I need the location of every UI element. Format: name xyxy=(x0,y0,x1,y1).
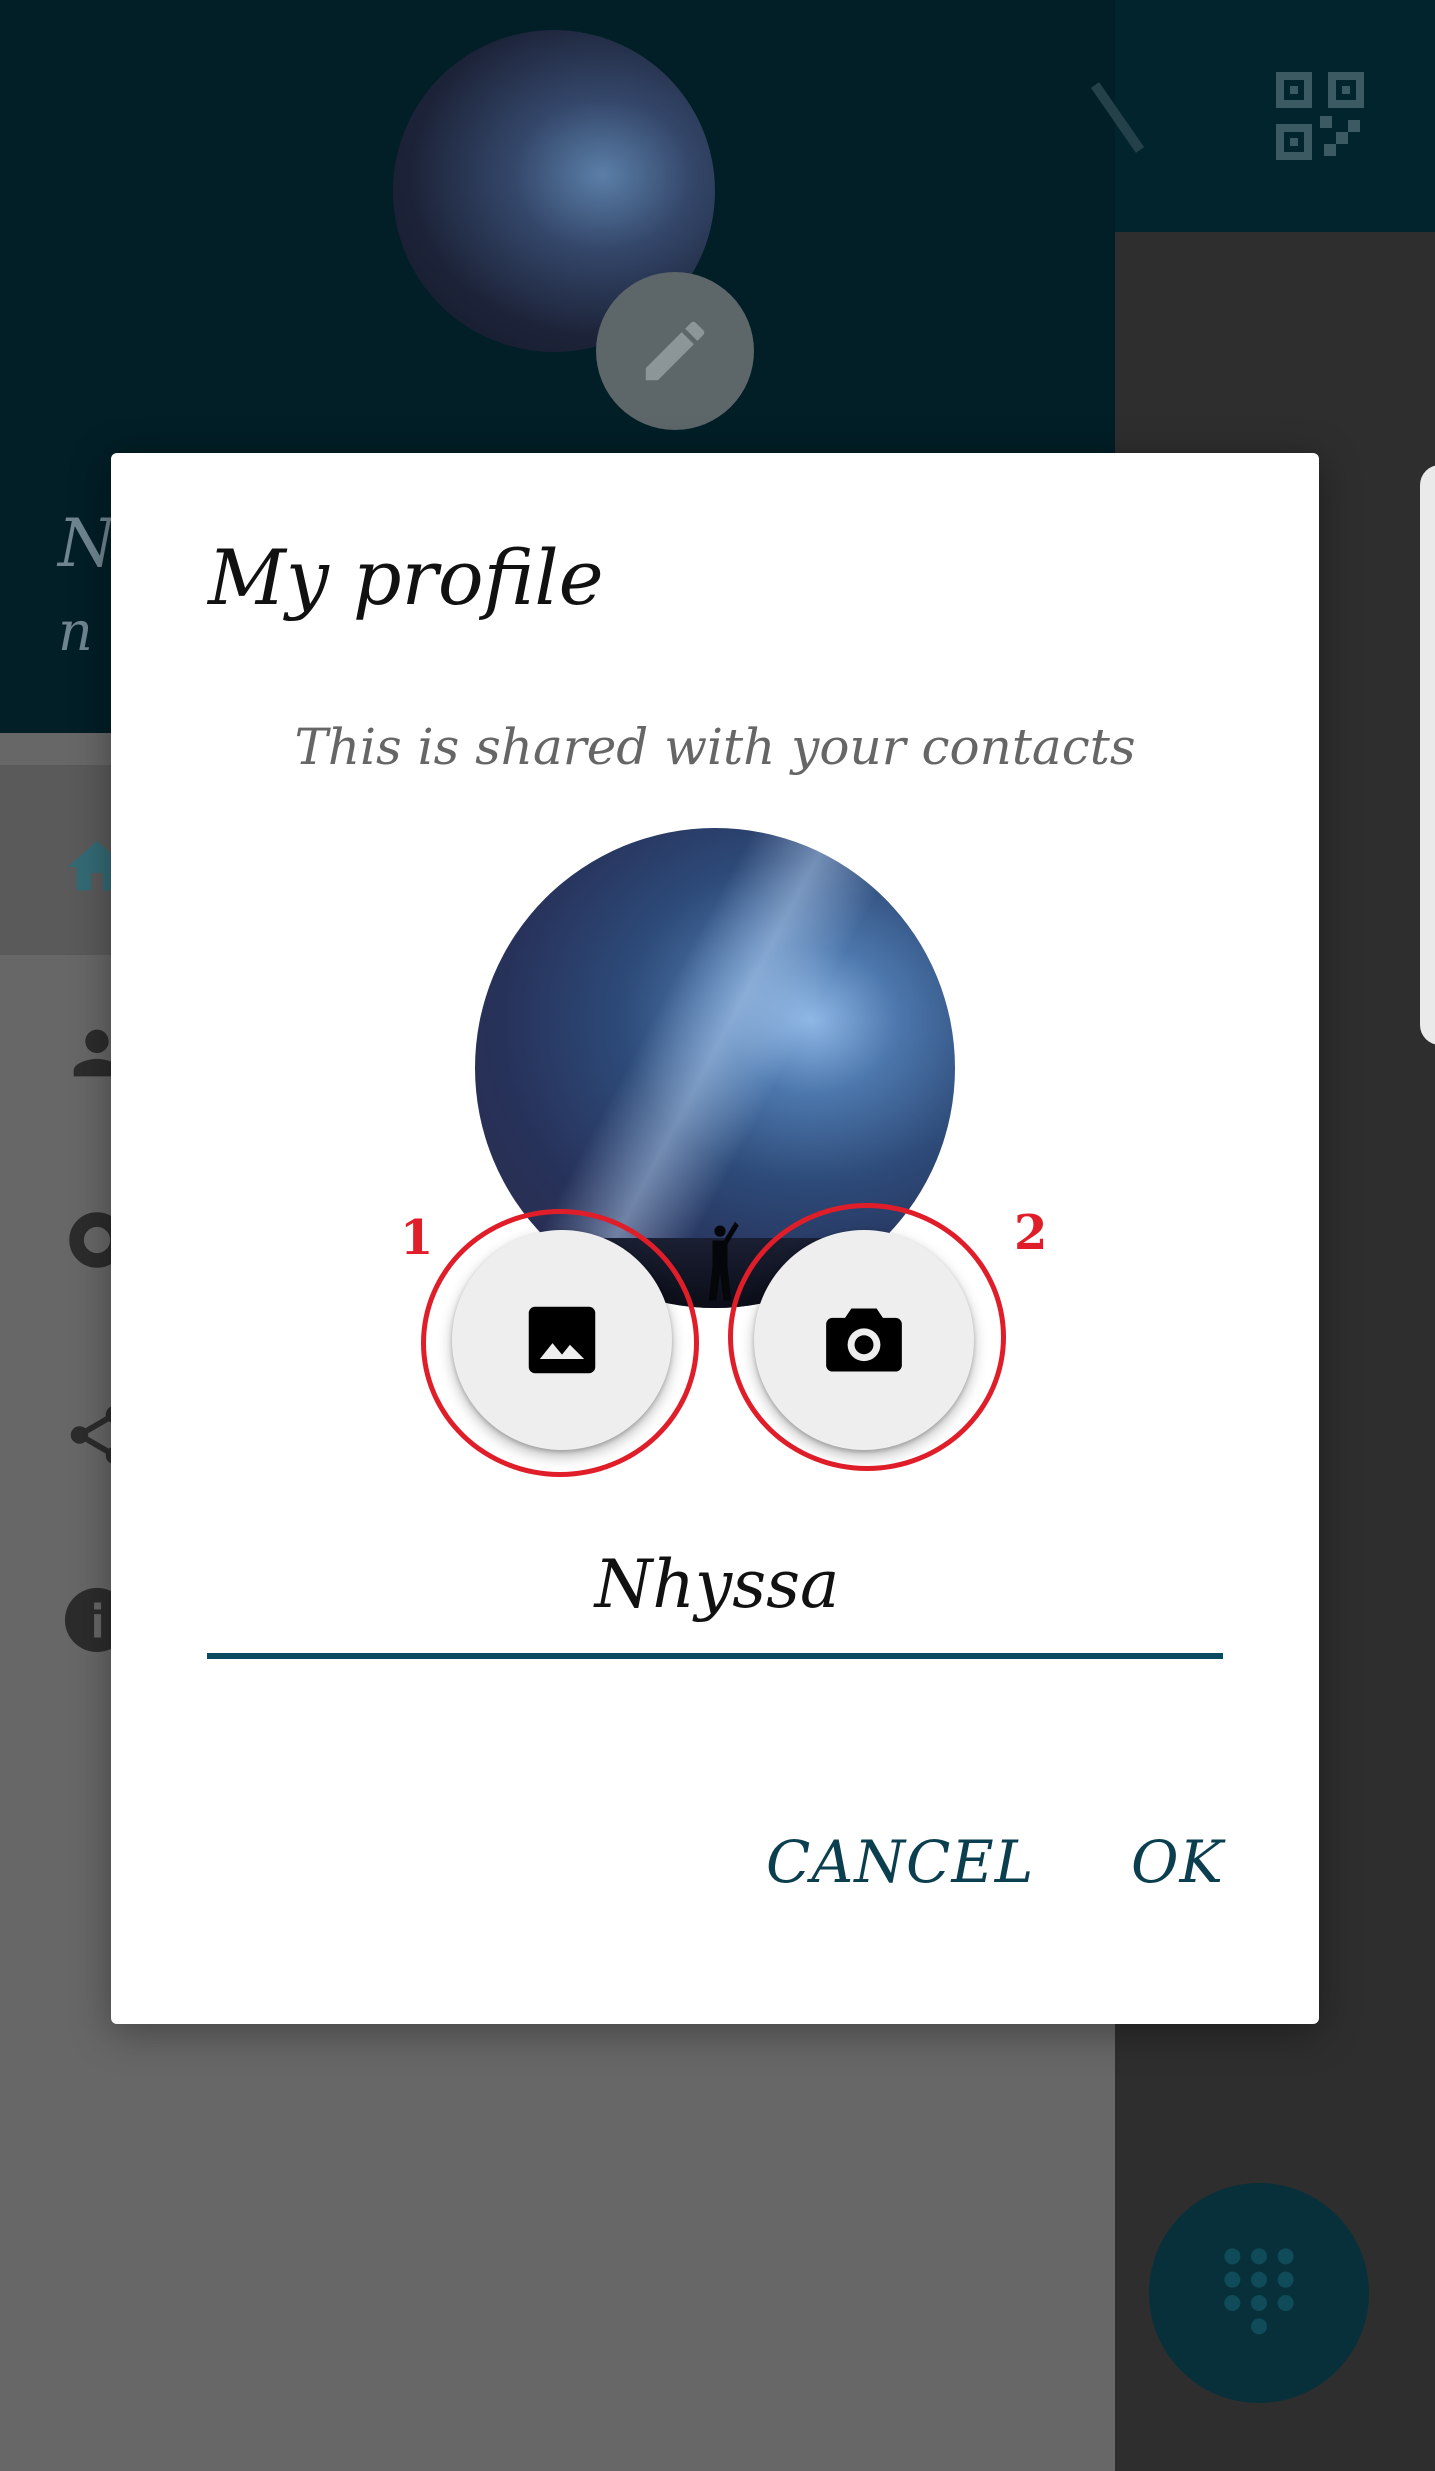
annotation-number-2: 2 xyxy=(1014,1205,1048,1261)
profile-name-input[interactable] xyxy=(207,1543,1227,1625)
image-icon xyxy=(528,1306,596,1374)
dialpad-fab xyxy=(1149,2183,1369,2403)
dialog-title: My profile xyxy=(208,533,604,622)
pencil-icon xyxy=(645,321,705,381)
dialog-subtitle: This is shared with your contacts xyxy=(294,718,1136,776)
background-side-panel-edge xyxy=(1420,465,1435,1045)
qr-code-icon xyxy=(1276,72,1364,160)
cancel-button[interactable]: CANCEL xyxy=(766,1828,1034,1896)
camera-icon xyxy=(826,1308,902,1372)
dialpad-icon xyxy=(1224,2248,1294,2335)
background-profile-email: n xyxy=(58,600,93,663)
ok-button[interactable]: OK xyxy=(1131,1828,1224,1896)
annotation-number-1: 1 xyxy=(400,1210,434,1266)
take-photo-button[interactable] xyxy=(754,1230,974,1450)
my-profile-dialog: My profile This is shared with your cont… xyxy=(111,453,1319,2024)
edit-avatar-button xyxy=(596,272,754,430)
choose-from-gallery-button[interactable] xyxy=(452,1230,672,1450)
search-icon xyxy=(1090,82,1145,153)
background-profile-name: N xyxy=(58,505,116,582)
name-input-underline xyxy=(207,1653,1223,1659)
